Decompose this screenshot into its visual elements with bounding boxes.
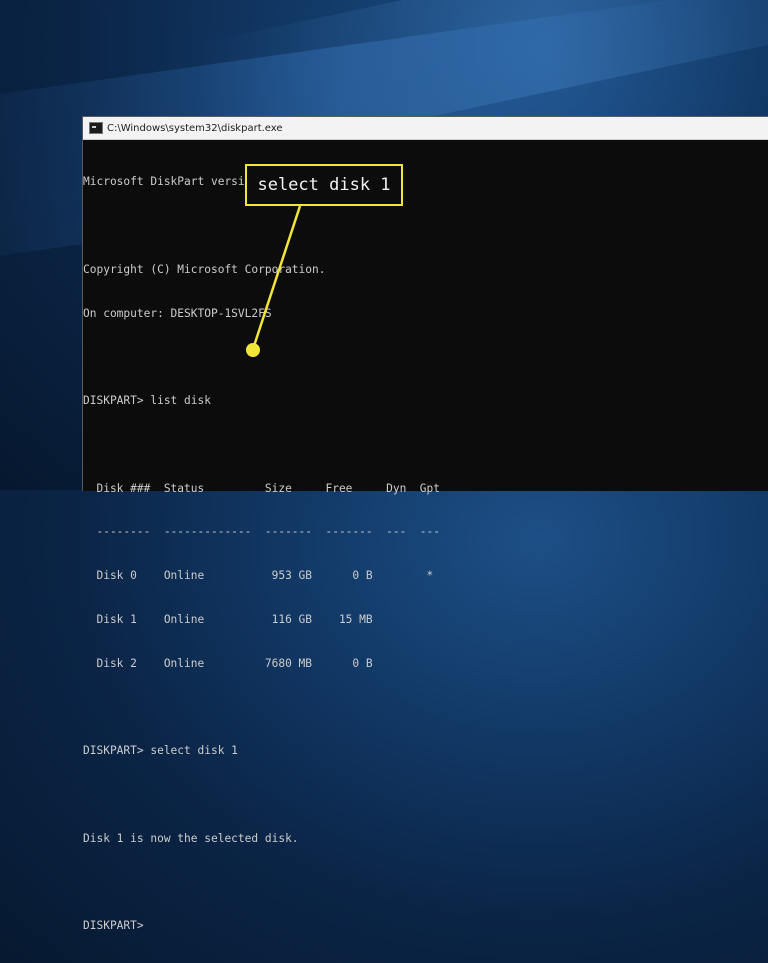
console-line: -------- ------------- ------- ------- -…	[83, 525, 440, 539]
callout-box: select disk 1	[245, 164, 403, 206]
console-line: Disk ### Status Size Free Dyn Gpt	[83, 481, 440, 495]
console-app-icon	[89, 122, 103, 134]
callout-text: select disk 1	[257, 175, 391, 195]
console-line: Copyright (C) Microsoft Corporation.	[83, 262, 326, 276]
console-output[interactable]: Microsoft DiskPart version 10.0.22000.65…	[83, 140, 768, 963]
console-line: Disk 1 Online 116 GB 15 MB	[83, 613, 373, 626]
console-line: On computer: DESKTOP-1SVL2FS	[83, 306, 272, 320]
console-line: Disk 2 Online 7680 MB 0 B	[83, 656, 373, 670]
console-line: DISKPART> list disk	[83, 394, 211, 408]
console-line: Disk 0 Online 953 GB 0 B *	[83, 569, 434, 583]
console-line: Microsoft DiskPart version 10.0.22000.65…	[83, 175, 360, 189]
console-line: DISKPART> select disk 1	[83, 744, 238, 758]
window-title: C:\Windows\system32\diskpart.exe	[107, 122, 283, 134]
window-titlebar[interactable]: C:\Windows\system32\diskpart.exe	[83, 117, 768, 140]
diskpart-window[interactable]: C:\Windows\system32\diskpart.exe Microso…	[82, 116, 768, 932]
console-prompt[interactable]: DISKPART>	[83, 919, 768, 934]
console-line: Disk 1 is now the selected disk.	[83, 831, 299, 845]
